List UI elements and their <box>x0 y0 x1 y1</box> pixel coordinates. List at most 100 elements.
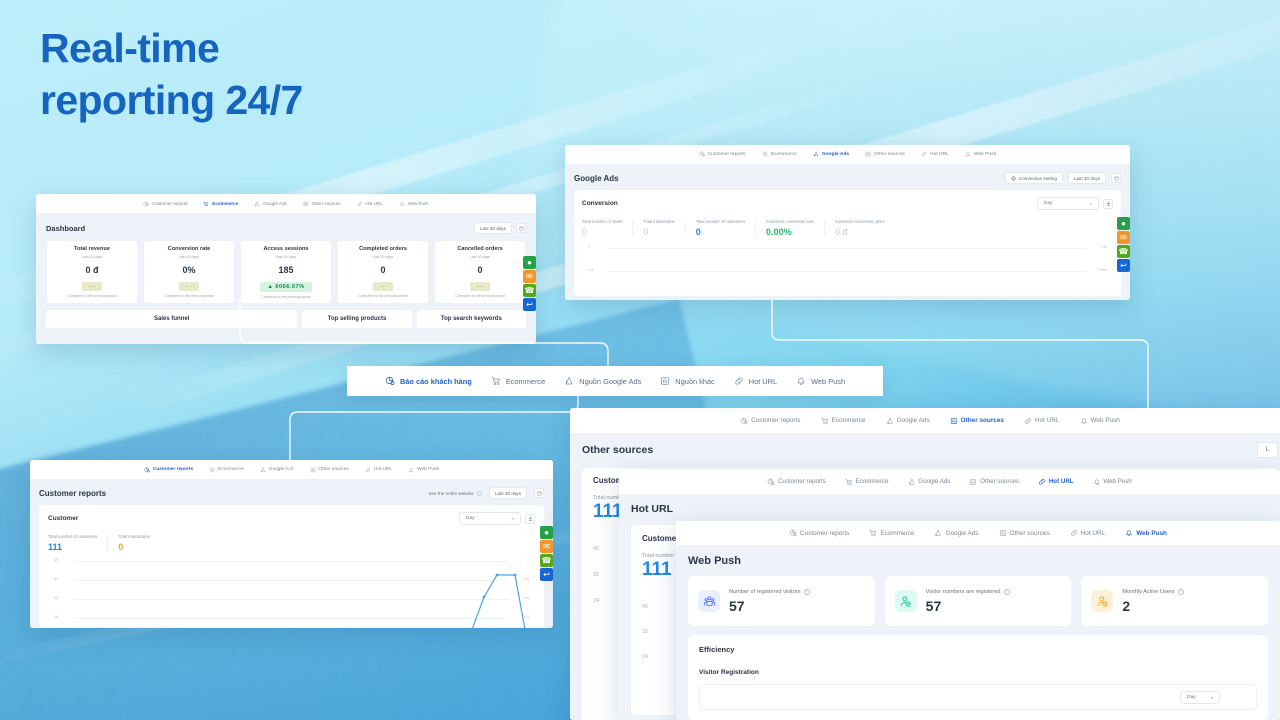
panel-nav-item-hot-url[interactable]: Hot URL <box>357 201 383 207</box>
zalo-icon[interactable]: ↩ <box>1117 259 1130 272</box>
chat-icon[interactable]: ● <box>523 256 536 269</box>
panel-nav-item-web-push[interactable]: Web Push <box>1080 417 1120 425</box>
panel-nav-item-google-ads[interactable]: Google Ads <box>908 478 950 486</box>
other-sources-date-filter[interactable]: L <box>1256 442 1278 458</box>
panel-nav-item-customer-reports[interactable]: Customer reports <box>789 529 849 537</box>
float-contact-bar[interactable]: ● ✉ ☎ ↩ <box>523 256 536 311</box>
panel-nav-web-push[interactable]: Customer reports Ecommerce Google Ads Other… <box>676 521 1280 546</box>
email-icon[interactable]: ✉ <box>523 270 536 283</box>
main-nav-item-3[interactable]: Nguồn khác <box>660 376 715 386</box>
panel-nav-item-hot-url[interactable]: Hot URL <box>1038 478 1074 486</box>
granularity-select[interactable]: Day ▾ <box>1180 691 1220 704</box>
google-ads-date-filter[interactable]: Last 30 days <box>1067 172 1106 184</box>
other-sources-icon <box>661 377 670 385</box>
calendar-icon[interactable] <box>534 488 544 498</box>
stat-card[interactable]: Access sessions Last 30 days 185 ▲ 6066.… <box>240 240 332 304</box>
panel-nav-item-other-sources[interactable]: Other sources <box>950 417 1004 425</box>
entire-website-toggle[interactable]: See the entire website <box>428 490 482 496</box>
panel-nav-item-customer-reports[interactable]: Customer reports <box>144 467 193 473</box>
download-icon[interactable] <box>1103 198 1113 209</box>
panel-nav-other-sources[interactable]: Customer reports Ecommerce Google Ads Other… <box>570 408 1280 434</box>
panel-nav-item-web-push[interactable]: Web Push <box>1125 529 1167 537</box>
panel-nav-item-web-push[interactable]: Web Push <box>1093 478 1132 486</box>
customer-reports-panel[interactable]: Customer reports Ecommerce Google Ads Other… <box>30 460 553 628</box>
panel-nav-customer-reports[interactable]: Customer reports Ecommerce Google Ads Other… <box>30 460 553 480</box>
panel-nav-item-customer-reports[interactable]: Customer reports <box>143 201 187 207</box>
google-ads-panel[interactable]: Customer reports Ecommerce Google Ads Other… <box>565 145 1130 300</box>
panel-nav-item-google-ads[interactable]: Google Ads <box>934 529 979 537</box>
calendar-icon[interactable] <box>1111 173 1121 183</box>
phone-icon[interactable]: ☎ <box>1117 245 1130 258</box>
help-icon[interactable]: ? <box>1177 588 1184 595</box>
panel-nav-item-customer-reports[interactable]: Customer reports <box>699 151 746 157</box>
dashboard-subtabs[interactable]: Sales funnel Top selling products Top sear… <box>46 309 526 328</box>
panel-nav-dashboard[interactable]: Customer reports Ecommerce Google Ads Other… <box>36 194 536 214</box>
panel-nav-item-google-ads[interactable]: Google Ads <box>260 467 294 473</box>
web-push-card[interactable]: Monthly Active Users? 2 <box>1081 576 1269 626</box>
panel-nav-item-hot-url[interactable]: Hot URL <box>1070 529 1105 537</box>
panel-nav-item-other-sources[interactable]: Other sources <box>999 529 1050 537</box>
granularity-select[interactable]: Day ▾ <box>459 512 521 525</box>
main-nav-item-2[interactable]: Nguồn Google Ads <box>564 376 641 386</box>
panel-nav-item-customer-reports[interactable]: Customer reports <box>740 417 801 425</box>
panel-nav-item-ecommerce[interactable]: Ecommerce <box>761 151 797 157</box>
phone-icon[interactable]: ☎ <box>540 554 553 567</box>
panel-nav-item-other-sources[interactable]: Other sources <box>865 151 905 157</box>
customer-reports-date-filter[interactable]: Last 30 days <box>488 487 527 499</box>
panel-nav-item-other-sources[interactable]: Other sources <box>969 478 1019 486</box>
help-icon[interactable]: ? <box>803 588 810 595</box>
panel-nav-item-google-ads[interactable]: Google Ads <box>886 417 930 425</box>
panel-nav-item-web-push[interactable]: Web Push <box>399 201 429 207</box>
main-nav-item-5[interactable]: Web Push <box>796 376 845 386</box>
stat-card[interactable]: Conversion rate Last 30 days 0% ---- Com… <box>143 240 235 304</box>
dashboard-subtab-0[interactable]: Sales funnel <box>46 309 298 328</box>
panel-nav-item-ecommerce[interactable]: Ecommerce <box>845 478 889 486</box>
stat-card[interactable]: Total revenue Last 30 days 0 đ ---- Comp… <box>46 240 138 304</box>
main-nav-item-0[interactable]: Báo cáo khách hàng <box>385 376 472 386</box>
panel-nav-item-hot-url[interactable]: Hot URL <box>921 151 949 157</box>
panel-nav-item-customer-reports[interactable]: Customer reports <box>767 478 826 486</box>
dashboard-subtab-1[interactable]: Top selling products <box>302 309 412 328</box>
metric-value: 0 <box>643 227 649 237</box>
calendar-icon[interactable] <box>516 223 526 233</box>
phone-icon[interactable]: ☎ <box>523 284 536 297</box>
main-nav-bar[interactable]: Báo cáo khách hàng Ecommerce Nguồn Google … <box>347 366 883 396</box>
chat-icon[interactable]: ● <box>1117 217 1130 230</box>
panel-nav-item-ecommerce[interactable]: Ecommerce <box>869 529 914 537</box>
panel-nav-hot-url[interactable]: Customer reports Ecommerce Google Ads Other… <box>619 470 1280 495</box>
main-nav-item-1[interactable]: Ecommerce <box>491 376 545 386</box>
zalo-icon[interactable]: ↩ <box>523 298 536 311</box>
conversion-setting-button[interactable]: Conversion setting <box>1004 172 1063 184</box>
help-icon[interactable]: ? <box>1003 588 1010 595</box>
web-push-card[interactable]: Number of registered visitors? 57 <box>688 576 875 626</box>
download-icon[interactable] <box>525 513 535 524</box>
radio-icon[interactable] <box>476 490 482 496</box>
panel-nav-item-ecommerce[interactable]: Ecommerce <box>821 417 866 425</box>
stat-card[interactable]: Cancelled orders Last 30 days 0 ---- Com… <box>434 240 526 304</box>
panel-nav-item-other-sources[interactable]: Other sources <box>310 467 349 473</box>
email-icon[interactable]: ✉ <box>1117 231 1130 244</box>
panel-nav-item-hot-url[interactable]: Hot URL <box>365 467 392 473</box>
panel-nav-google-ads[interactable]: Customer reports Ecommerce Google Ads Other… <box>565 145 1130 165</box>
granularity-select[interactable]: Day ▾ <box>1037 197 1099 210</box>
panel-nav-item-hot-url[interactable]: Hot URL <box>1024 417 1060 425</box>
panel-nav-item-web-push[interactable]: Web Push <box>965 151 996 157</box>
panel-nav-item-ecommerce[interactable]: Ecommerce <box>203 201 238 207</box>
dashboard-date-filter[interactable]: Last 30 days <box>473 222 512 234</box>
panel-nav-item-ecommerce[interactable]: Ecommerce <box>209 467 244 473</box>
dashboard-panel[interactable]: Customer reports Ecommerce Google Ads Other… <box>36 194 536 344</box>
float-contact-bar[interactable]: ● ✉ ☎ ↩ <box>1117 217 1130 272</box>
panel-nav-item-google-ads[interactable]: Google Ads <box>254 201 287 207</box>
panel-nav-item-web-push[interactable]: Web Push <box>408 467 439 473</box>
panel-nav-item-google-ads[interactable]: Google Ads <box>813 151 849 157</box>
web-push-card[interactable]: Visitor numbers are registered? 57 <box>884 576 1072 626</box>
main-nav-item-4[interactable]: Hot URL <box>734 376 777 386</box>
stat-card[interactable]: Completed orders Last 30 days 0 ---- Com… <box>337 240 429 304</box>
web-push-panel[interactable]: Customer reports Ecommerce Google Ads Other… <box>676 521 1280 720</box>
zalo-icon[interactable]: ↩ <box>540 568 553 581</box>
email-icon[interactable]: ✉ <box>540 540 553 553</box>
dashboard-subtab-2[interactable]: Top search keywords <box>416 309 526 328</box>
panel-nav-item-other-sources[interactable]: Other sources <box>303 201 341 207</box>
chat-icon[interactable]: ● <box>540 526 553 539</box>
float-contact-bar[interactable]: ● ✉ ☎ ↩ <box>540 526 553 581</box>
